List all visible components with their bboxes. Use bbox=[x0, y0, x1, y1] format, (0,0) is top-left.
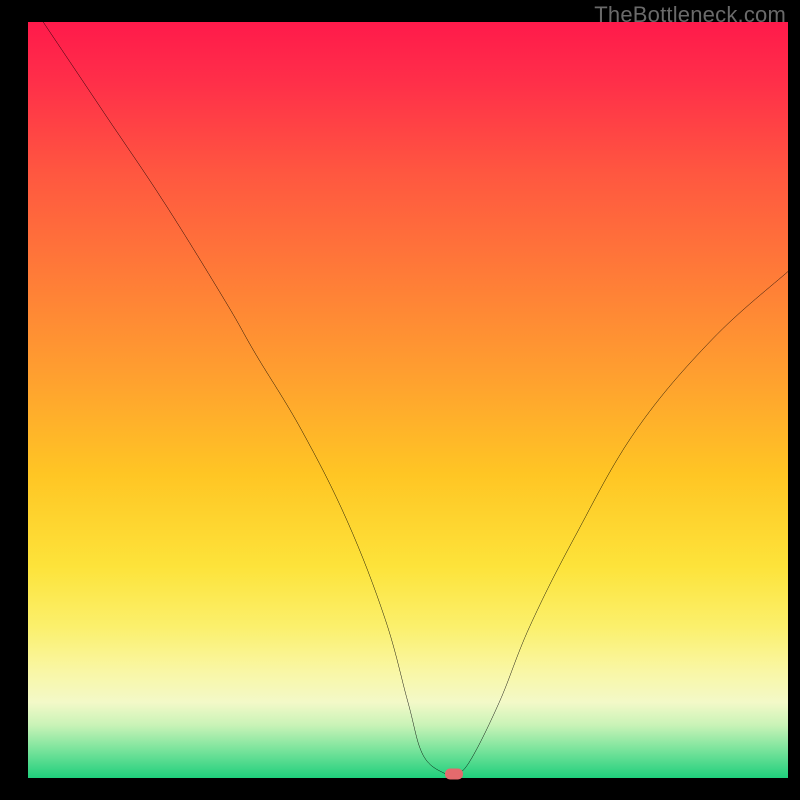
optimal-point-marker bbox=[445, 769, 463, 780]
plot-area bbox=[28, 22, 788, 778]
watermark-text: TheBottleneck.com bbox=[594, 2, 786, 28]
chart-frame: TheBottleneck.com bbox=[0, 0, 800, 800]
bottleneck-curve bbox=[28, 22, 788, 778]
